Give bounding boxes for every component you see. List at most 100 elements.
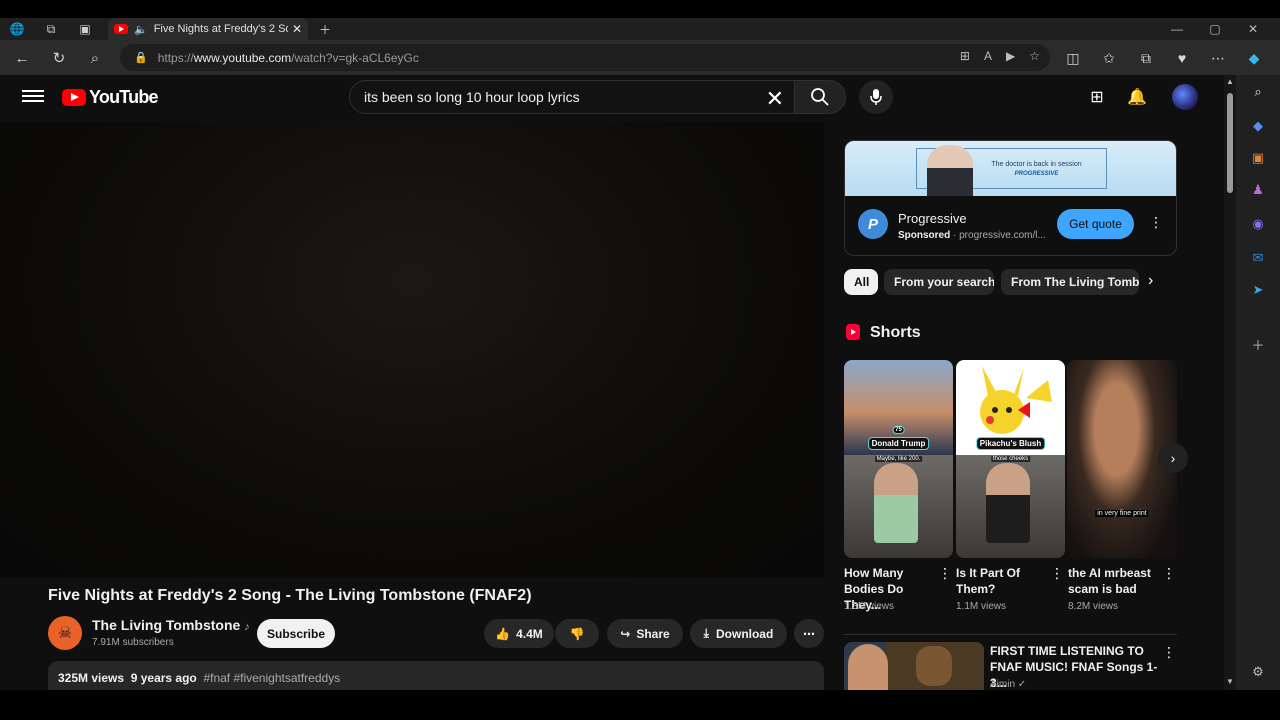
back-icon[interactable]: ←: [11, 47, 33, 69]
short-menu-icon[interactable]: ⋮: [938, 565, 952, 582]
short-thumbnail[interactable]: Pikachu's Blush those cheeks: [956, 360, 1065, 558]
dislike-button[interactable]: 👎: [555, 619, 599, 648]
address-bar[interactable]: 🔒 https://www.youtube.com/watch?v=gk-aCL…: [120, 44, 1050, 71]
ad-person-image: [927, 145, 973, 196]
chevron-right-icon[interactable]: ›: [1148, 272, 1153, 290]
like-count: 4.4M: [516, 626, 543, 641]
video-player[interactable]: [0, 122, 824, 577]
new-tab-icon[interactable]: ＋: [316, 20, 334, 38]
search-input[interactable]: its been so long 10 hour loop lyrics ✕: [349, 80, 795, 114]
sidebar-tools-icon[interactable]: ▣: [1247, 147, 1269, 169]
sidebar-outlook-icon[interactable]: ✉: [1247, 247, 1269, 269]
download-button[interactable]: ⤓ Download: [690, 619, 787, 648]
microphone-icon: [870, 89, 882, 105]
read-aloud-icon[interactable]: A: [984, 49, 992, 63]
youtube-favicon-icon: [114, 24, 128, 34]
sponsored-ad[interactable]: The doctor is back in session PROGRESSIV…: [844, 140, 1177, 256]
short-subcaption: Maybe, like 200.: [874, 456, 923, 462]
minimize-icon[interactable]: —: [1158, 18, 1196, 40]
ad-banner-image[interactable]: The doctor is back in session PROGRESSIV…: [845, 141, 1176, 196]
recommended-menu-icon[interactable]: ⋮: [1162, 644, 1176, 661]
short-subcaption: in very fine print: [1095, 510, 1149, 517]
short-menu-icon[interactable]: ⋮: [1162, 565, 1176, 582]
split-screen-icon[interactable]: ◫: [1062, 47, 1084, 69]
subscribe-button[interactable]: Subscribe: [257, 619, 335, 648]
short-title[interactable]: the AI mrbeast scam is bad: [1068, 565, 1160, 597]
browser-essentials-icon[interactable]: ♥: [1171, 47, 1193, 69]
chip-all[interactable]: All: [844, 269, 878, 295]
sidebar-copilot-icon[interactable]: ◉: [1247, 213, 1269, 235]
shorts-next-button[interactable]: ›: [1158, 443, 1188, 473]
scrollbar-thumb[interactable]: [1227, 93, 1233, 193]
create-video-icon[interactable]: ⊞: [1085, 85, 1109, 109]
close-window-icon[interactable]: ✕: [1234, 18, 1272, 40]
search-button[interactable]: [794, 80, 846, 114]
short-menu-icon[interactable]: ⋮: [1050, 565, 1064, 582]
menu-icon[interactable]: [22, 87, 44, 105]
active-tab[interactable]: 🔈 Five Nights at Freddy's 2 So ✕: [108, 18, 308, 40]
share-button[interactable]: ↪ Share: [607, 619, 683, 648]
collections-icon[interactable]: ⧉: [1135, 47, 1157, 69]
channel-avatar[interactable]: ☠: [48, 616, 82, 650]
media-icon[interactable]: ▶: [1006, 49, 1015, 63]
clear-search-icon[interactable]: ✕: [766, 86, 784, 112]
creator-figure: [986, 463, 1030, 543]
like-button[interactable]: 👍 4.4M: [484, 619, 554, 648]
lock-icon[interactable]: 🔒: [134, 51, 148, 64]
search-icon[interactable]: ⌕: [84, 47, 106, 69]
chip-from-your-search[interactable]: From your search: [884, 269, 994, 295]
profile-globe-icon[interactable]: 🌐: [8, 20, 26, 38]
notifications-bell-icon[interactable]: 🔔: [1125, 85, 1149, 109]
maximize-icon[interactable]: ▢: [1196, 18, 1234, 40]
short-views: 1.1M views: [956, 601, 1007, 612]
recommended-thumbnail[interactable]: [844, 642, 984, 690]
thumbs-up-icon: 👍: [495, 626, 511, 641]
video-title: Five Nights at Freddy's 2 Song - The Liv…: [48, 587, 532, 604]
short-caption: Pikachu's Blush: [975, 437, 1046, 450]
hashtags[interactable]: #fnaf #fivenightsatfreddys: [203, 671, 340, 685]
short-title[interactable]: Is It Part Of Them?: [956, 565, 1048, 597]
sidebar-add-icon[interactable]: ＋: [1247, 333, 1269, 355]
shorts-logo-icon: [846, 324, 860, 340]
chip-from-channel[interactable]: From The Living Tombs: [1001, 269, 1139, 295]
sidebar-settings-gear-icon[interactable]: ⚙: [1247, 661, 1269, 683]
advertiser-name: Progressive: [898, 211, 967, 226]
account-avatar[interactable]: [1172, 84, 1198, 110]
share-arrow-icon: ↪: [620, 626, 631, 641]
short-thumbnail[interactable]: 75 Donald Trump Maybe, like 200.: [844, 360, 953, 558]
recommended-channel[interactable]: Aimin ✓: [990, 679, 1026, 690]
more-actions-button[interactable]: ⋯: [794, 619, 824, 648]
sidebar-send-icon[interactable]: ➤: [1247, 279, 1269, 301]
scroll-up-icon[interactable]: ▲: [1226, 77, 1234, 86]
settings-more-icon[interactable]: ⋯: [1207, 47, 1229, 69]
youtube-logo[interactable]: YouTube: [62, 87, 159, 108]
tab-actions-icon[interactable]: ▣: [76, 20, 94, 38]
scroll-down-icon[interactable]: ▼: [1226, 677, 1234, 686]
copilot-icon[interactable]: ◆: [1243, 47, 1265, 69]
page-scrollbar[interactable]: ▲ ▼: [1224, 75, 1236, 690]
sidebar-games-icon[interactable]: ♟: [1247, 179, 1269, 201]
app-available-icon[interactable]: ⊞: [960, 49, 970, 63]
sidebar-search-icon[interactable]: ⌕: [1247, 81, 1269, 103]
description-box[interactable]: 325M views 9 years ago #fnaf #fivenights…: [48, 661, 824, 690]
close-tab-icon[interactable]: ✕: [292, 22, 302, 36]
get-quote-button[interactable]: Get quote: [1057, 209, 1134, 239]
speaker-icon[interactable]: 🔈: [134, 23, 148, 36]
favorites-icon[interactable]: ✩: [1098, 47, 1120, 69]
more-horizontal-icon: ⋯: [803, 626, 815, 641]
freddy-figure: [916, 646, 952, 686]
voice-search-button[interactable]: [859, 80, 893, 114]
download-icon: ⤓: [703, 626, 709, 640]
advertiser-logo[interactable]: P: [858, 209, 888, 239]
workspaces-icon[interactable]: ⧉: [42, 20, 60, 38]
channel-name[interactable]: The Living Tombstone ♪: [92, 617, 250, 633]
sidebar-shopping-icon[interactable]: ◆: [1247, 115, 1269, 137]
ad-menu-icon[interactable]: ⋮: [1149, 214, 1163, 231]
favorite-star-icon[interactable]: ☆: [1029, 49, 1040, 63]
refresh-icon[interactable]: ↻: [48, 47, 70, 69]
url-path: /watch?v=gk-aCL6eyGc: [291, 50, 419, 65]
youtube-play-icon: [62, 89, 86, 106]
url-prefix: https://: [157, 50, 194, 65]
subscriber-count: 7.91M subscribers: [92, 637, 174, 648]
tab-title: Five Nights at Freddy's 2 So: [153, 23, 288, 35]
